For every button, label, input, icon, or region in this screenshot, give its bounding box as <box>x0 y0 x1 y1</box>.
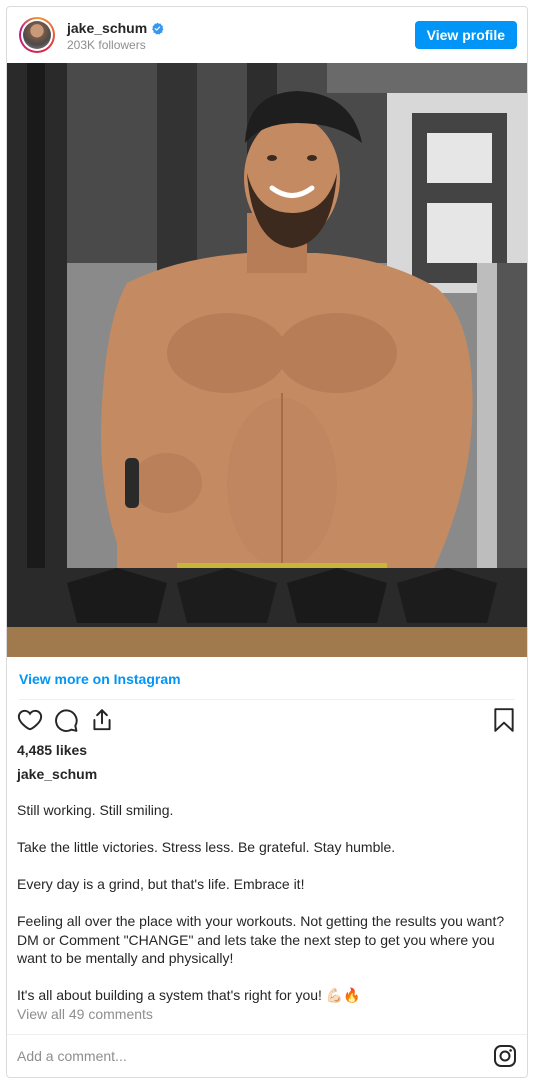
action-bar <box>17 707 517 735</box>
like-count[interactable]: 4,485 likes <box>17 742 87 758</box>
caption-line: Feeling all over the place with your wor… <box>17 913 505 966</box>
follower-count: 203K followers <box>67 38 146 52</box>
post-header: jake_schum 203K followers View profile <box>7 7 527 63</box>
caption-line: Still working. Still smiling. <box>17 802 174 818</box>
share-icon[interactable] <box>89 707 115 733</box>
avatar-image <box>23 21 51 49</box>
caption-line: Every day is a grind, but that's life. E… <box>17 876 305 892</box>
view-more-on-instagram-link[interactable]: View more on Instagram <box>19 671 181 687</box>
instagram-embed-card: jake_schum 203K followers View profile V… <box>6 6 528 1078</box>
view-profile-button[interactable]: View profile <box>414 21 517 49</box>
post-image[interactable] <box>7 63 527 657</box>
heart-icon[interactable] <box>17 707 43 733</box>
view-all-comments-link[interactable]: View all 49 comments <box>17 1006 153 1022</box>
instagram-icon[interactable] <box>493 1044 517 1068</box>
comment-icon[interactable] <box>53 707 79 733</box>
post-caption: Still working. Still smiling. Take the l… <box>17 801 517 1005</box>
verified-badge-icon <box>151 22 164 35</box>
divider <box>19 699 515 700</box>
bookmark-icon[interactable] <box>491 707 517 733</box>
add-comment-input[interactable]: Add a comment... <box>17 1048 127 1064</box>
divider <box>7 1034 527 1035</box>
caption-line: Take the little victories. Stress less. … <box>17 839 396 855</box>
avatar[interactable] <box>19 17 55 53</box>
username[interactable]: jake_schum <box>67 20 147 36</box>
caption-username[interactable]: jake_schum <box>17 766 97 782</box>
caption-line: It's all about building a system that's … <box>17 987 361 1003</box>
